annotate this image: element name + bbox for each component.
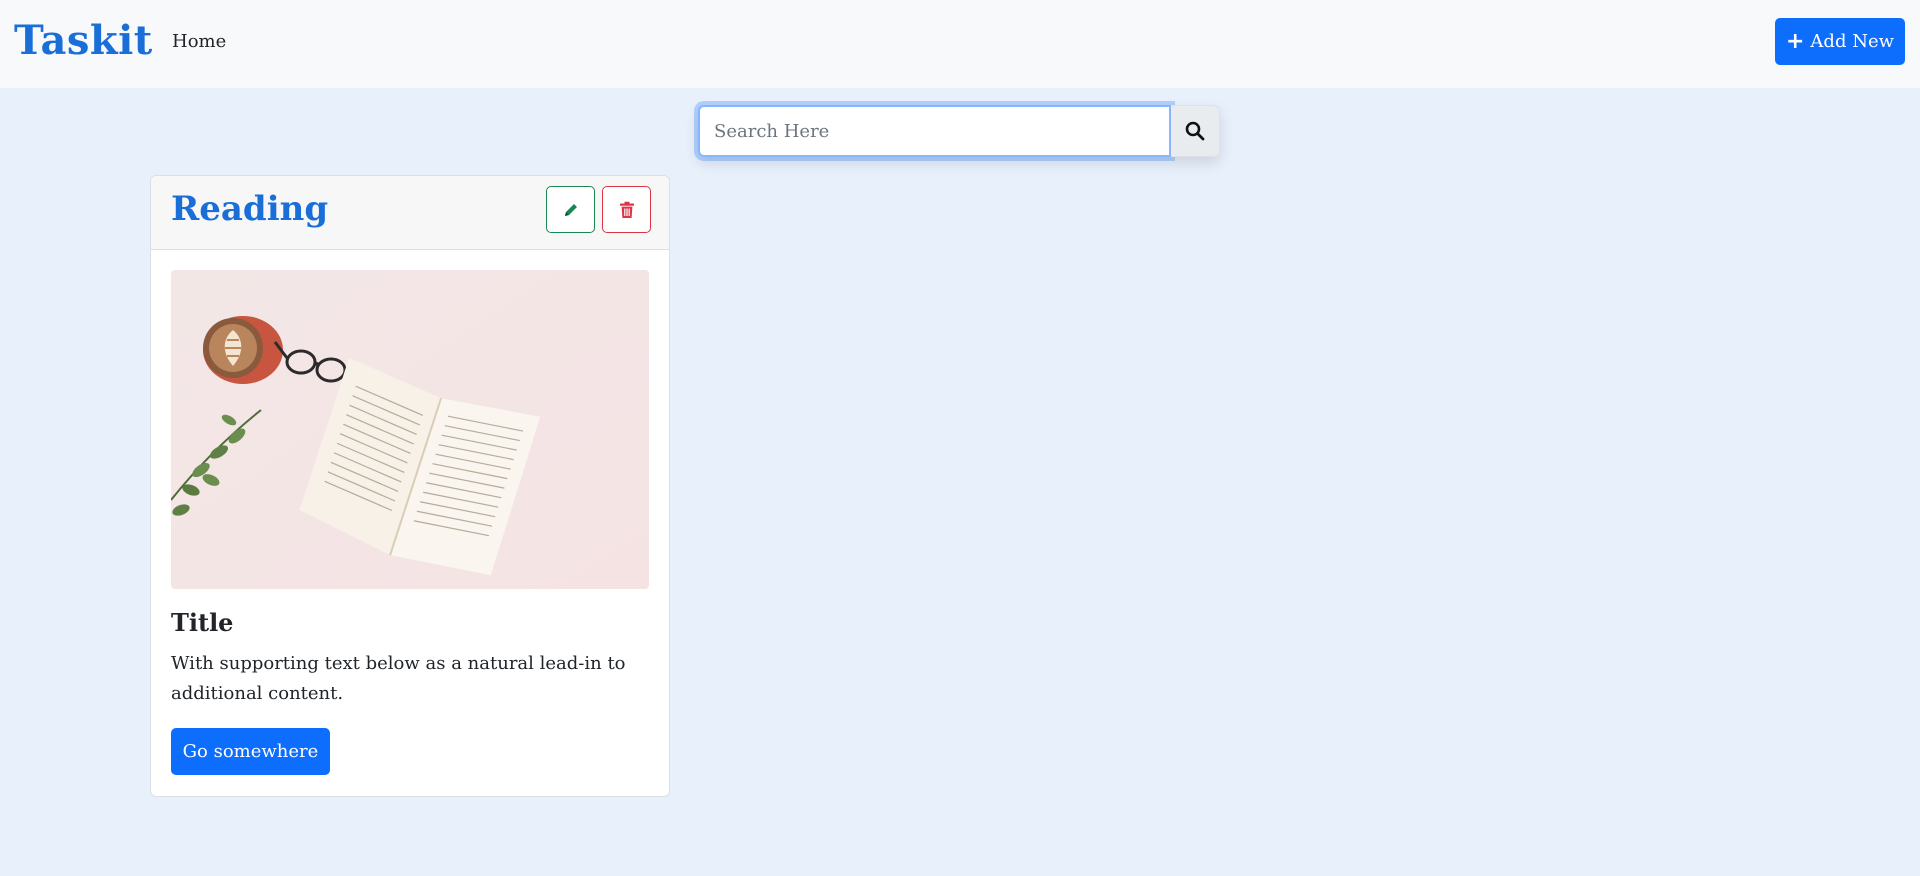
delete-button[interactable] bbox=[602, 186, 651, 233]
card-header: Reading bbox=[151, 176, 669, 250]
card-text: With supporting text below as a natural … bbox=[171, 653, 626, 704]
add-new-button[interactable]: + Add New bbox=[1775, 18, 1905, 65]
search-button[interactable] bbox=[1171, 105, 1220, 157]
navbar: Taskit Home + Add New bbox=[0, 0, 1920, 88]
pencil-icon bbox=[564, 203, 577, 216]
search-input[interactable] bbox=[698, 105, 1171, 157]
edit-button[interactable] bbox=[546, 186, 595, 233]
search-bar bbox=[698, 105, 1220, 157]
plus-icon: + bbox=[1785, 28, 1805, 54]
card-category: Reading bbox=[171, 189, 329, 229]
go-somewhere-button[interactable]: Go somewhere bbox=[171, 728, 330, 775]
search-icon bbox=[1185, 121, 1205, 141]
card-image bbox=[171, 270, 649, 589]
trash-icon bbox=[619, 201, 634, 218]
task-card: Reading Title With supporting text below… bbox=[150, 175, 670, 797]
card-title: Title bbox=[171, 608, 234, 637]
add-new-label: Add New bbox=[1810, 31, 1894, 52]
brand-logo[interactable]: Taskit bbox=[14, 14, 153, 68]
nav-link-home[interactable]: Home bbox=[172, 29, 226, 55]
